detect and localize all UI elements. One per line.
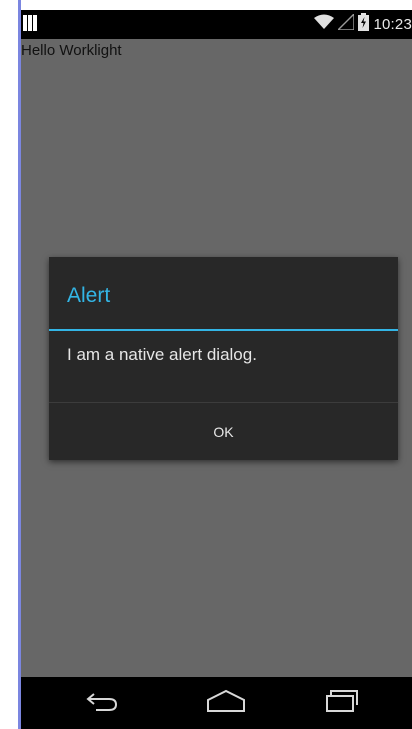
status-time: 10:23 [373, 15, 412, 33]
signal-icon [336, 11, 356, 35]
phone-screen: 10:23 Hello Worklight Alert I am a nativ… [0, 0, 412, 729]
status-indicators: 10:23 [314, 11, 412, 36]
back-button[interactable] [77, 687, 127, 719]
status-bar: 10:23 [21, 10, 412, 39]
dialog-message: I am a native alert dialog. [67, 345, 257, 364]
app-title: Hello Worklight [21, 42, 122, 59]
battery-charging-icon [358, 12, 370, 36]
navigation-bar [21, 677, 412, 729]
recents-icon [325, 689, 359, 718]
recents-button[interactable] [317, 687, 367, 719]
ok-button[interactable]: OK [49, 403, 398, 460]
app-content: Hello Worklight Alert I am a native aler… [21, 39, 412, 677]
dialog-title-divider [49, 329, 398, 331]
home-button[interactable] [201, 687, 251, 719]
dialog-title: Alert [67, 284, 111, 307]
wifi-icon [314, 14, 335, 35]
alert-dialog: Alert I am a native alert dialog. OK [49, 257, 398, 460]
notification-icon [23, 15, 41, 31]
home-icon [206, 689, 246, 718]
back-icon [85, 690, 119, 717]
